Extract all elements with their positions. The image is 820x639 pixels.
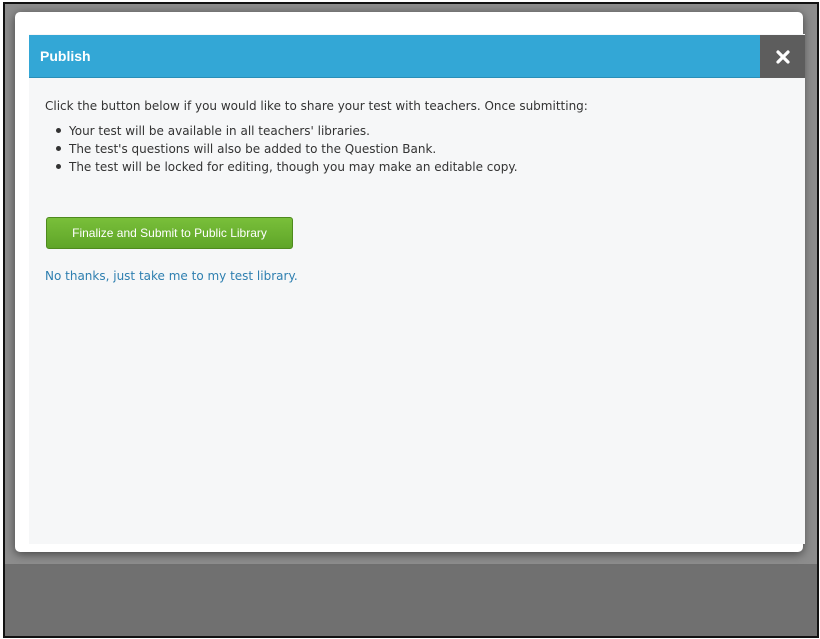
bullet-icon	[56, 146, 61, 151]
list-item: The test will be locked for editing, tho…	[56, 158, 518, 176]
dialog-titlebar: Publish	[29, 35, 760, 78]
screenshot-frame: Publish Click the button below if you wo…	[3, 2, 819, 638]
publish-effects-list: Your test will be available in all teach…	[56, 122, 518, 176]
publish-dialog: Publish Click the button below if you wo…	[15, 12, 805, 552]
dialog-title: Publish	[40, 48, 91, 64]
close-icon	[775, 49, 790, 64]
finalize-submit-button[interactable]: Finalize and Submit to Public Library	[46, 217, 293, 249]
close-button[interactable]	[760, 35, 805, 78]
bullet-icon	[56, 164, 61, 169]
list-item-text: The test will be locked for editing, tho…	[69, 160, 518, 174]
no-thanks-link[interactable]: No thanks, just take me to my test libra…	[45, 269, 298, 283]
list-item-text: Your test will be available in all teach…	[69, 124, 370, 138]
list-item: The test's questions will also be added …	[56, 140, 518, 158]
bullet-icon	[56, 128, 61, 133]
intro-text: Click the button below if you would like…	[45, 99, 588, 113]
list-item: Your test will be available in all teach…	[56, 122, 518, 140]
list-item-text: The test's questions will also be added …	[69, 142, 437, 156]
